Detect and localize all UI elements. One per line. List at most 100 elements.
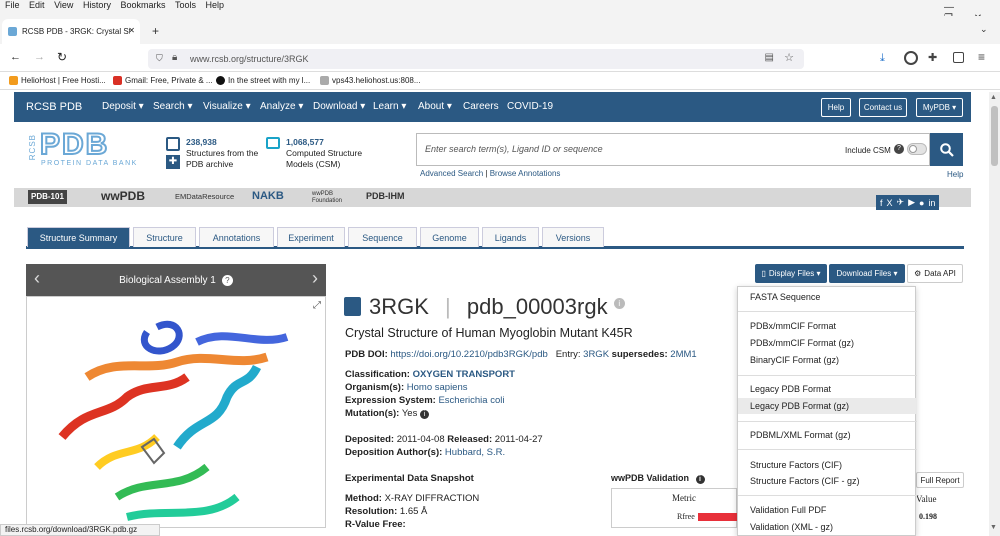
browse-annotations-link[interactable]: Browse Annotations — [490, 169, 561, 178]
nav-visualize[interactable]: Visualize ▾ — [203, 101, 251, 112]
csm-stat[interactable]: 1,068,577 Computed Structure Models (CSM… — [286, 137, 362, 170]
page-scrollbar[interactable]: ▲ ▼ — [989, 92, 1000, 536]
nakb-logo[interactable]: NAKB — [252, 190, 284, 202]
bookmark-item[interactable]: HelioHost | Free Hosti... — [9, 76, 106, 85]
menu-item-validation-pdf[interactable]: Validation Full PDF — [750, 505, 826, 515]
menu-history[interactable]: History — [83, 0, 111, 10]
search-button[interactable] — [930, 133, 963, 166]
tab-annotations[interactable]: Annotations — [199, 227, 274, 247]
tab-ligands[interactable]: Ligands — [482, 227, 539, 247]
menu-help[interactable]: Help — [206, 0, 225, 10]
bookmark-item[interactable]: vps43.heliohost.us:808... — [320, 76, 421, 85]
menu-bookmarks[interactable]: Bookmarks — [120, 0, 165, 10]
lock-icon[interactable]: 🔒︎ — [172, 52, 177, 63]
download-files-button[interactable]: Download Files ▾ — [829, 264, 905, 283]
organism-link[interactable]: Homo sapiens — [407, 382, 468, 393]
menu-item-validation-xml[interactable]: Validation (XML - gz) — [750, 522, 833, 532]
doi-link[interactable]: https://doi.org/10.2210/pdb3RGK/pdb — [390, 349, 547, 360]
shield-icon[interactable]: ⛉ — [156, 53, 163, 64]
account-icon[interactable] — [904, 51, 918, 65]
app-menu-icon[interactable]: ≡ — [978, 50, 985, 64]
supersedes-link[interactable]: 2MM1 — [670, 349, 696, 360]
wwpdb-foundation-logo[interactable]: wwPDB Foundation — [312, 191, 352, 205]
nav-deposit[interactable]: Deposit ▾ — [102, 101, 144, 112]
info-icon[interactable]: i — [695, 475, 705, 484]
facebook-icon[interactable]: f — [880, 198, 883, 208]
info-icon[interactable]: ? — [221, 274, 233, 286]
downloads-icon[interactable]: ⤓ — [880, 52, 885, 65]
tab-list-icon[interactable]: ⌄ — [980, 24, 988, 35]
menu-item-sf-cif-gz[interactable]: Structure Factors (CIF - gz) — [750, 476, 860, 486]
entry-link[interactable]: 3RGK — [583, 349, 609, 360]
scrollbar-thumb[interactable] — [991, 106, 998, 166]
reload-icon[interactable]: ↻ — [57, 50, 67, 64]
address-bar[interactable]: ⛉ 🔒︎ www.rcsb.org/structure/3RGK ▤ ☆ — [148, 49, 804, 69]
menu-tools[interactable]: Tools — [175, 0, 196, 10]
nav-careers[interactable]: Careers — [463, 101, 499, 112]
forward-icon[interactable]: → — [34, 51, 45, 63]
github-icon[interactable]: ● — [919, 198, 924, 208]
pdbihm-logo[interactable]: PDB-IHM — [366, 191, 405, 201]
info-icon[interactable]: i — [613, 298, 625, 309]
bluesky-icon[interactable]: ✈ — [897, 197, 905, 208]
extensions-icon[interactable]: ✚ — [928, 51, 937, 64]
tab-genome[interactable]: Genome — [420, 227, 479, 247]
mypdb-button[interactable]: MyPDB ▾ — [916, 98, 963, 117]
authors-link[interactable]: Hubbard, S.R. — [445, 447, 505, 458]
expand-icon[interactable]: ⤢ — [313, 300, 321, 311]
back-icon[interactable]: ← — [10, 51, 21, 63]
menu-item-pdbml-gz[interactable]: PDBML/XML Format (gz) — [750, 430, 851, 440]
bookmark-item[interactable]: In the street with my l... — [216, 76, 310, 85]
bookmark-star-icon[interactable]: ☆ — [784, 51, 794, 64]
youtube-icon[interactable]: ▶ — [908, 197, 915, 208]
tab-structure[interactable]: Structure — [133, 227, 196, 247]
nav-covid[interactable]: COVID-19 — [507, 101, 553, 112]
search-input[interactable]: Enter search term(s), Ligand ID or seque… — [416, 133, 930, 166]
include-csm-toggle[interactable] — [907, 143, 927, 155]
site-brand[interactable]: RCSB PDB — [26, 101, 82, 113]
wwpdb-logo[interactable]: wwPDB — [101, 189, 145, 203]
menu-edit[interactable]: Edit — [29, 0, 45, 10]
menu-item-pdb-gz[interactable]: Legacy PDB Format (gz) — [750, 401, 849, 411]
help-button[interactable]: Help — [821, 98, 851, 117]
minimize-icon[interactable]: — — [944, 2, 954, 13]
classification-link[interactable]: OXYGEN TRANSPORT — [413, 369, 515, 380]
chevron-left-icon[interactable]: ‹ — [34, 268, 40, 289]
tab-structure-summary[interactable]: Structure Summary — [27, 227, 130, 247]
structure-image[interactable]: ⤢ — [26, 296, 326, 528]
menu-item-pdb[interactable]: Legacy PDB Format — [750, 384, 831, 394]
scroll-up-icon[interactable]: ▲ — [990, 94, 997, 101]
tab-sequence[interactable]: Sequence — [348, 227, 417, 247]
nav-search[interactable]: Search ▾ — [153, 101, 193, 112]
tab-close-icon[interactable]: ✕ — [128, 26, 135, 35]
nav-about[interactable]: About ▾ — [418, 101, 452, 112]
new-tab-icon[interactable]: + — [152, 24, 159, 38]
search-help-link[interactable]: Help — [947, 170, 963, 179]
nav-learn[interactable]: Learn ▾ — [373, 101, 406, 112]
sidebar-icon[interactable] — [953, 52, 964, 63]
emdataresource-logo[interactable]: EMDataResource — [175, 192, 234, 201]
menu-file[interactable]: File — [5, 0, 20, 10]
full-report-button[interactable]: Full Report — [916, 472, 964, 488]
browser-tab[interactable]: RCSB PDB - 3RGK: Crystal Struc ✕ — [2, 19, 140, 44]
contact-button[interactable]: Contact us — [859, 98, 907, 117]
menu-item-fasta[interactable]: FASTA Sequence — [750, 292, 820, 302]
data-api-button[interactable]: ⚙ Data API — [907, 264, 963, 283]
chevron-right-icon[interactable]: › — [312, 268, 318, 289]
menu-item-mmcif[interactable]: PDBx/mmCIF Format — [750, 321, 836, 331]
pdb101-logo[interactable]: PDB-101 — [28, 190, 67, 204]
x-twitter-icon[interactable]: X — [887, 198, 893, 208]
pdb-logo[interactable]: RCSB PDB PROTEIN DATA BANK — [28, 127, 151, 172]
menu-item-mmcif-gz[interactable]: PDBx/mmCIF Format (gz) — [750, 338, 854, 348]
menu-view[interactable]: View — [54, 0, 73, 10]
tab-versions[interactable]: Versions — [542, 227, 604, 247]
menu-item-bcif-gz[interactable]: BinaryCIF Format (gz) — [750, 355, 839, 365]
info-icon[interactable]: i — [419, 410, 429, 419]
advanced-search-link[interactable]: Advanced Search — [420, 169, 483, 178]
nav-download[interactable]: Download ▾ — [313, 101, 365, 112]
tab-experiment[interactable]: Experiment — [277, 227, 345, 247]
scroll-down-icon[interactable]: ▼ — [990, 524, 997, 531]
expression-link[interactable]: Escherichia coli — [438, 395, 504, 406]
display-files-button[interactable]: ▯ Display Files ▾ — [755, 264, 827, 283]
menu-item-sf-cif[interactable]: Structure Factors (CIF) — [750, 460, 842, 470]
